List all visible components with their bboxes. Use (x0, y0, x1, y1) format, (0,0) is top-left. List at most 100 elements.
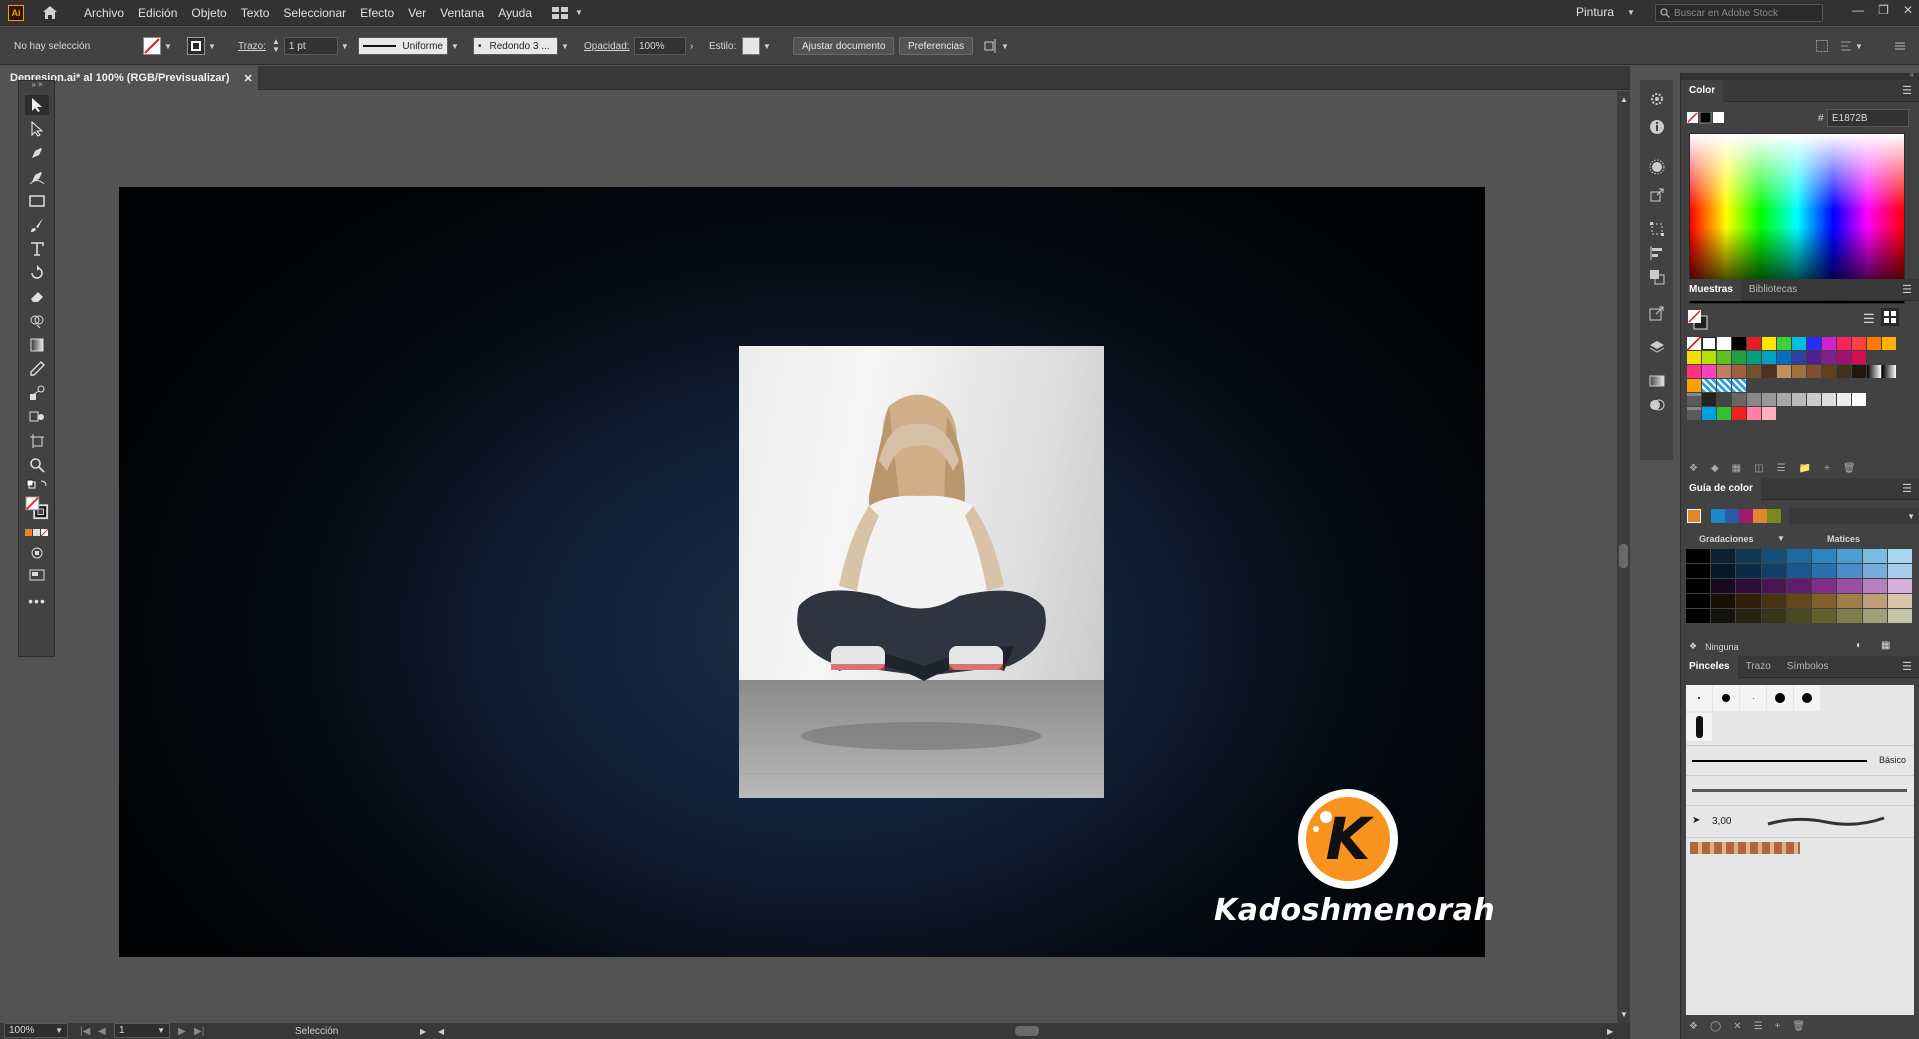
guide-color-cell[interactable] (1887, 564, 1912, 578)
color-swatch[interactable] (1717, 407, 1731, 420)
eyedropper-tool[interactable] (25, 359, 49, 379)
guide-color-cell[interactable] (1761, 549, 1786, 563)
brush-dot-tiny[interactable] (1740, 685, 1766, 711)
brush-rough-row[interactable] (1686, 775, 1914, 805)
guide-color-cell[interactable] (1862, 564, 1887, 578)
color-mode-buttons[interactable] (25, 527, 49, 539)
guide-color-cell[interactable] (1887, 609, 1912, 623)
blend-tool[interactable] (25, 383, 49, 403)
horizontal-scroll-thumb[interactable] (1015, 1026, 1039, 1036)
color-swatch[interactable] (1867, 365, 1881, 378)
guide-color-cell[interactable] (1862, 609, 1887, 623)
menu-ventana[interactable]: Ventana (440, 6, 484, 20)
symbols-tab[interactable]: Símbolos (1779, 656, 1837, 678)
menu-seleccionar[interactable]: Seleccionar (283, 6, 346, 20)
panel-menu-icon[interactable]: ☰ (1902, 660, 1912, 673)
delete-brush-icon[interactable]: 🗑 (1792, 1021, 1805, 1032)
swatch-grid[interactable] (1687, 337, 1896, 421)
arrange-documents-button[interactable]: ▼ (552, 6, 583, 19)
guide-color-cell[interactable] (1786, 579, 1812, 593)
color-guide-tab[interactable]: Guía de color (1681, 477, 1761, 500)
guide-color-cell[interactable] (1686, 549, 1711, 563)
panel-menu-icon[interactable]: ☰ (1902, 283, 1912, 296)
swatch-kind-icon[interactable]: ◆ (1711, 463, 1719, 474)
brush-charcoal[interactable] (1686, 713, 1712, 741)
color-swatch[interactable] (1747, 393, 1761, 406)
layers-icon[interactable] (1647, 338, 1667, 356)
delete-swatch-icon[interactable]: 🗑 (1843, 463, 1856, 474)
guide-color-cell[interactable] (1761, 579, 1786, 593)
brush-tapered-row[interactable]: ➤ 3,00 (1686, 805, 1914, 837)
properties-icon[interactable] (1647, 90, 1667, 108)
fill-stroke-control[interactable] (25, 493, 49, 523)
collapse-panels-icon[interactable]: « (1910, 70, 1914, 79)
color-swatch[interactable] (1807, 337, 1821, 350)
color-swatch[interactable] (1867, 337, 1881, 350)
guide-color-cell[interactable] (1736, 594, 1761, 608)
stroke-tab[interactable]: Trazo (1738, 656, 1779, 678)
direct-selection-tool[interactable] (25, 119, 49, 139)
library-menu-icon[interactable]: ❖ (1689, 641, 1697, 652)
guide-color-cell[interactable] (1761, 564, 1786, 578)
guide-color-cell[interactable] (1736, 549, 1761, 563)
color-swatch[interactable] (1732, 337, 1746, 350)
guide-color-cell[interactable] (1862, 594, 1887, 608)
vertical-scrollbar[interactable]: ▲ ▼ (1617, 91, 1630, 1023)
guide-color-cell[interactable] (1837, 609, 1862, 623)
color-swatch[interactable] (1792, 351, 1806, 364)
stock-search-field[interactable]: Buscar en Adobe Stock (1655, 4, 1823, 22)
libraries-panel-icon[interactable]: ◯ (1710, 1021, 1721, 1032)
guide-color-cell[interactable] (1812, 579, 1837, 593)
asset-export-icon[interactable] (1647, 304, 1667, 322)
scroll-down-icon[interactable]: ▼ (1620, 1010, 1628, 1019)
library-menu-icon[interactable]: ❖ (1689, 463, 1698, 474)
edit-group-icon[interactable]: ☰ (1777, 463, 1786, 474)
menu-texto[interactable]: Texto (241, 6, 270, 20)
guide-color-cell[interactable] (1837, 549, 1862, 563)
graphic-style-control[interactable]: ▼ (742, 37, 771, 55)
appearance-icon[interactable] (1647, 158, 1667, 176)
brush-basic-row[interactable]: Básico (1686, 745, 1914, 775)
guide-color-cell[interactable] (1837, 579, 1862, 593)
color-group-icon[interactable]: ◫ (1754, 463, 1763, 474)
scroll-left-icon[interactable]: ◀ (438, 1027, 444, 1036)
color-swatch[interactable] (1777, 365, 1791, 378)
chevron-down-icon[interactable]: ▼ (341, 42, 349, 51)
swatches-tab[interactable]: Muestras (1681, 278, 1741, 301)
color-swatch[interactable] (1687, 379, 1701, 392)
guide-color-cell[interactable] (1736, 579, 1761, 593)
color-swatch[interactable] (1747, 351, 1761, 364)
guide-color-cell[interactable] (1761, 609, 1786, 623)
list-view-icon[interactable]: ☰ (1863, 311, 1875, 327)
guide-color-cell[interactable] (1887, 579, 1912, 593)
canvas-area[interactable]: K Kadoshmenorah (0, 91, 1617, 1023)
opacity-field[interactable]: 100% (634, 37, 686, 55)
color-swatch[interactable] (1882, 337, 1896, 350)
stroke-weight-stepper[interactable]: ▲ ▼ 1 pt ▼ (272, 37, 349, 55)
scroll-up-icon[interactable]: ▲ (1620, 95, 1628, 104)
guide-color-cell[interactable] (1786, 564, 1812, 578)
variable-width-profile[interactable]: Uniforme ▼ (358, 37, 459, 55)
screen-mode-button[interactable] (25, 565, 49, 585)
color-swatch[interactable] (1777, 337, 1791, 350)
eraser-tool[interactable] (25, 287, 49, 307)
home-icon[interactable] (40, 3, 60, 23)
edit-toolbar-button[interactable]: ••• (25, 591, 49, 611)
guide-color-cell[interactable] (1812, 594, 1837, 608)
guide-color-cell[interactable] (1812, 549, 1837, 563)
fill-control[interactable]: ▼ (143, 37, 172, 55)
color-swatch[interactable] (1822, 365, 1836, 378)
swatch-options-icon[interactable]: ▦ (1732, 463, 1741, 474)
harmony-strip[interactable] (1711, 509, 1781, 523)
brush-pattern-row[interactable] (1686, 837, 1914, 861)
pathfinder-icon[interactable] (1647, 268, 1667, 286)
menu-ver[interactable]: Ver (408, 6, 426, 20)
stroke-label[interactable]: Trazo: (238, 37, 266, 55)
rectangle-tool[interactable] (25, 191, 49, 211)
stroke-color-control[interactable]: ▼ (187, 37, 216, 55)
align-options-button[interactable]: ▼ (984, 37, 1009, 55)
close-tab-icon[interactable]: ✕ (243, 72, 252, 85)
color-swatch[interactable] (1732, 407, 1746, 420)
align-menu-icon[interactable]: ▼ (1840, 37, 1863, 55)
pen-tool[interactable] (25, 143, 49, 163)
